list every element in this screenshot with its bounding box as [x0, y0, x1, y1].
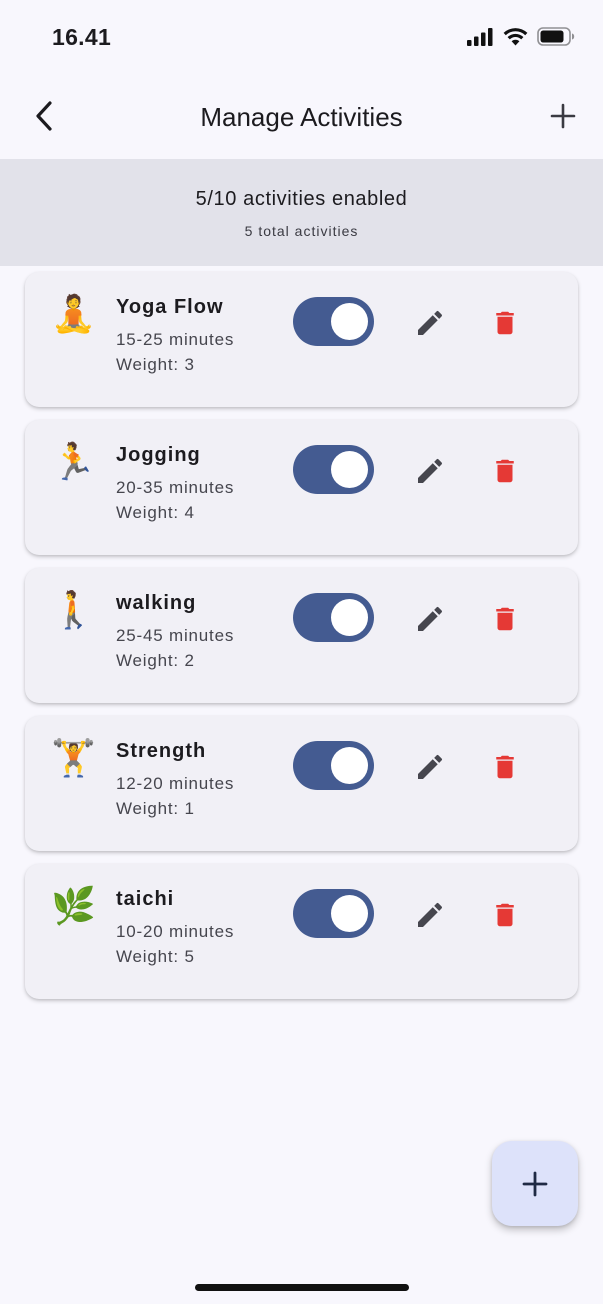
activity-weight: Weight: 2	[116, 651, 195, 670]
app-bar: Manage Activities	[0, 78, 603, 158]
trash-icon	[496, 755, 514, 779]
trash-icon	[496, 459, 514, 483]
activity-duration: 20-35 minutes	[116, 478, 235, 497]
pencil-icon	[418, 606, 443, 631]
add-activity-top-button[interactable]	[541, 94, 585, 138]
cellular-signal-icon	[467, 27, 494, 46]
pencil-icon	[418, 754, 443, 779]
delete-activity-button[interactable]	[483, 599, 527, 639]
activity-card: 🌿 taichi 10-20 minutes Weight: 5	[25, 864, 578, 999]
activity-name: Strength	[116, 740, 207, 762]
activity-name: Jogging	[116, 444, 201, 466]
status-icons	[467, 27, 575, 46]
plus-icon	[522, 1171, 548, 1196]
activity-emoji-icon: 🌿	[51, 885, 96, 926]
activity-emoji-icon: 🚶	[51, 589, 96, 630]
trash-icon	[496, 903, 514, 927]
activity-weight: Weight: 5	[116, 947, 195, 966]
activity-card: 🧘 Yoga Flow 15-25 minutes Weight: 3	[25, 272, 578, 407]
status-bar: 16.41	[0, 0, 603, 78]
activity-enabled-toggle[interactable]	[293, 593, 374, 642]
edit-activity-button[interactable]	[408, 896, 452, 934]
pencil-icon	[418, 310, 443, 335]
activity-enabled-toggle[interactable]	[293, 889, 374, 938]
trash-icon	[496, 607, 514, 631]
delete-activity-button[interactable]	[483, 303, 527, 343]
activity-card: 🚶 walking 25-45 minutes Weight: 2	[25, 568, 578, 703]
status-time: 16.41	[52, 24, 112, 50]
delete-activity-button[interactable]	[483, 451, 527, 491]
trash-icon	[496, 311, 514, 335]
activity-duration: 25-45 minutes	[116, 626, 235, 645]
enabled-count-text: 5/10 activities enabled	[195, 188, 408, 210]
activity-weight: Weight: 4	[116, 503, 195, 522]
page-title: Manage Activities	[200, 102, 403, 132]
delete-activity-button[interactable]	[483, 747, 527, 787]
activity-emoji-icon: 🧘	[51, 293, 96, 334]
toggle-knob	[331, 895, 368, 932]
edit-activity-button[interactable]	[408, 304, 452, 342]
toggle-knob	[331, 747, 368, 784]
battery-icon	[537, 27, 575, 46]
edit-activity-button[interactable]	[408, 452, 452, 490]
toggle-knob	[331, 303, 368, 340]
pencil-icon	[418, 902, 443, 927]
home-indicator	[195, 1284, 409, 1291]
pencil-icon	[418, 458, 443, 483]
activity-card: 🏃 Jogging 20-35 minutes Weight: 4	[25, 420, 578, 555]
activity-card: 🏋️ Strength 12-20 minutes Weight: 1	[25, 716, 578, 851]
activity-name: Yoga Flow	[116, 296, 224, 318]
summary-banner: 5/10 activities enabled 5 total activiti…	[0, 159, 603, 266]
total-count-text: 5 total activities	[244, 223, 359, 239]
screen: 16.41 Manage Activities 5/10 activities …	[0, 0, 603, 1304]
activity-emoji-icon: 🏋️	[51, 737, 96, 778]
toggle-knob	[331, 451, 368, 488]
activity-emoji-icon: 🏃	[51, 441, 96, 482]
activity-enabled-toggle[interactable]	[293, 297, 374, 346]
plus-icon	[550, 103, 576, 129]
activity-duration: 10-20 minutes	[116, 922, 235, 941]
edit-activity-button[interactable]	[408, 748, 452, 786]
activity-duration: 12-20 minutes	[116, 774, 235, 793]
activity-weight: Weight: 3	[116, 355, 195, 374]
wifi-icon	[503, 27, 528, 46]
activity-weight: Weight: 1	[116, 799, 195, 818]
activity-enabled-toggle[interactable]	[293, 445, 374, 494]
edit-activity-button[interactable]	[408, 600, 452, 638]
activity-name: taichi	[116, 888, 175, 910]
activity-name: walking	[116, 592, 197, 614]
toggle-knob	[331, 599, 368, 636]
activity-duration: 15-25 minutes	[116, 330, 235, 349]
activity-enabled-toggle[interactable]	[293, 741, 374, 790]
delete-activity-button[interactable]	[483, 895, 527, 935]
add-activity-fab[interactable]	[492, 1141, 578, 1226]
